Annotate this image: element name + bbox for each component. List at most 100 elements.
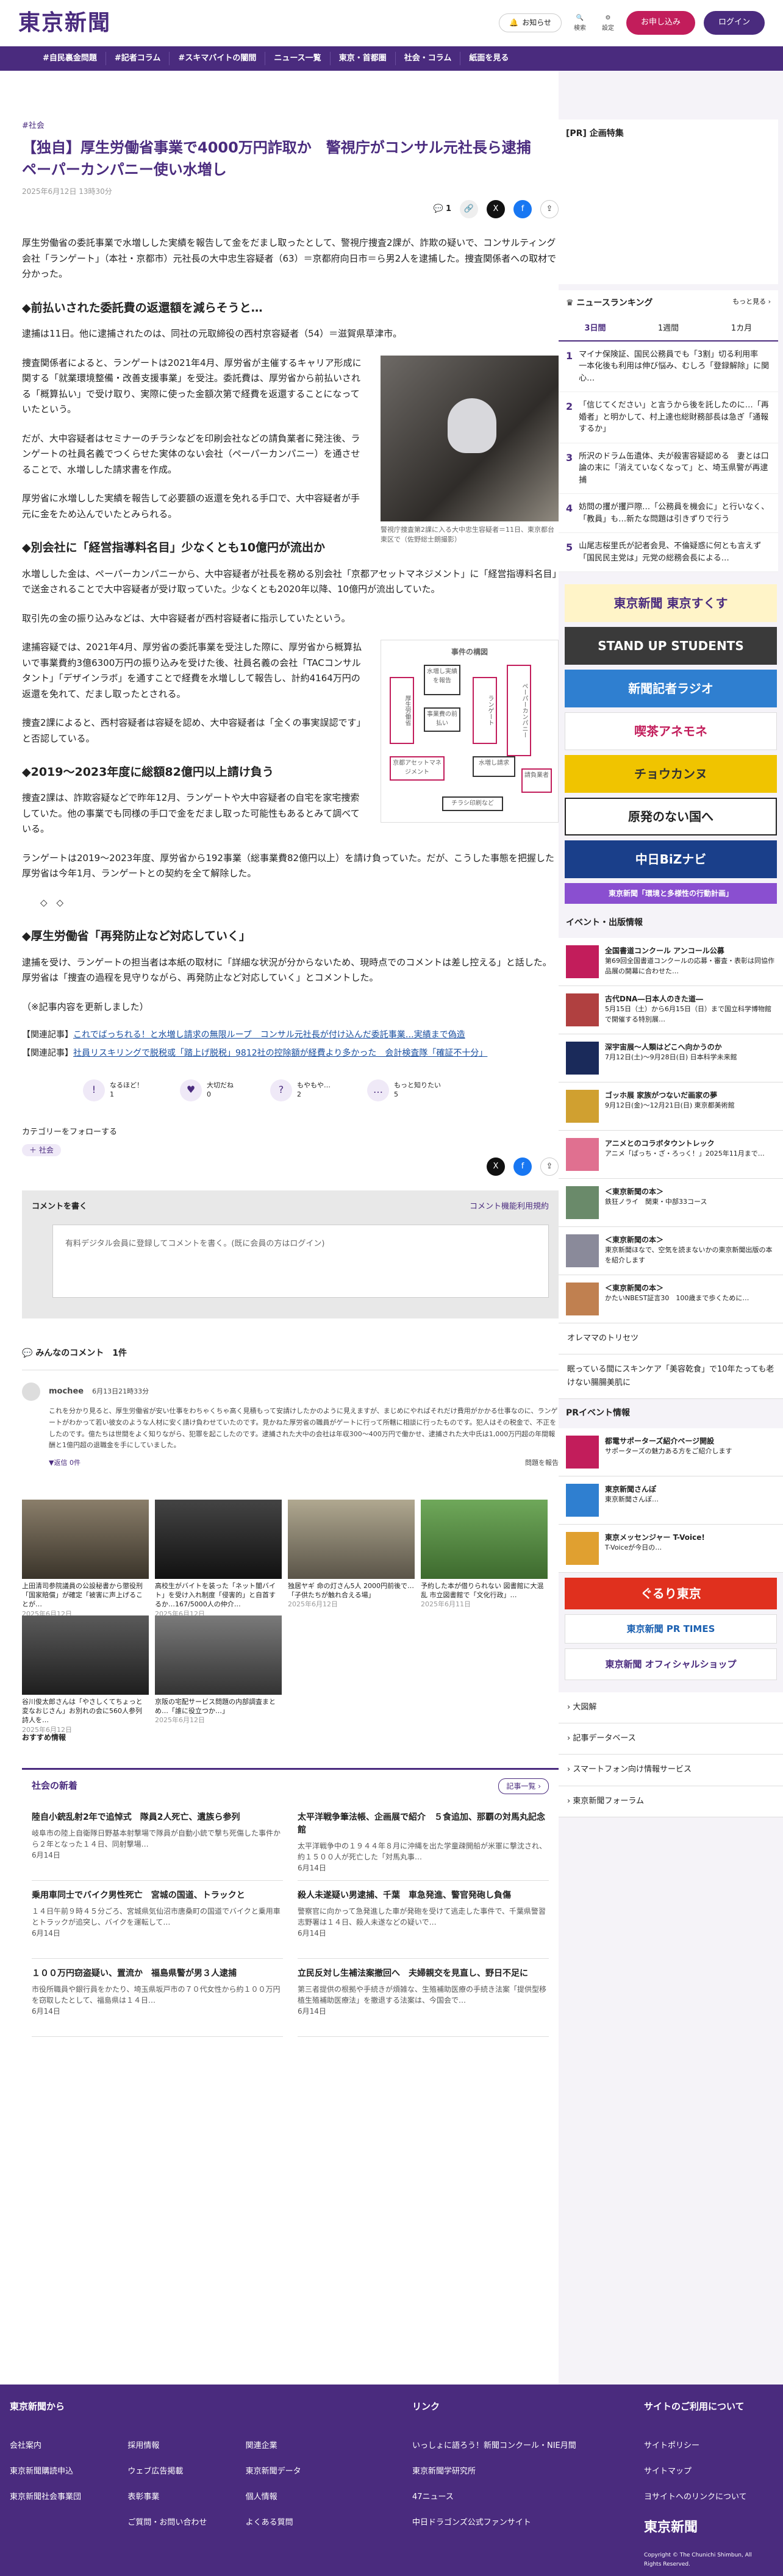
pr-banner[interactable]: ぐるり東京 bbox=[565, 1578, 777, 1610]
event-item[interactable]: 深宇宙展〜人類はどこへ向かうのか 7月12日(土)〜9月28日(日) 日本科学未来… bbox=[559, 1034, 783, 1083]
related-card[interactable]: 予約した本が借りられない 図書館に大混乱 市立図書館で「文化行政」… 2025年6… bbox=[421, 1499, 548, 1609]
footer-link[interactable]: 東京新聞購読申込 bbox=[10, 2465, 115, 2478]
event-item[interactable]: ゴッホ展 家族がつないだ画家の夢 9月12日(金)〜12月21日(日) 東京都美術… bbox=[559, 1082, 783, 1131]
ranking-item[interactable]: 5 山尾志桜里氏が記者会見、不倫疑惑に何とも言えず「国民民主党は」元党の総務会長に… bbox=[559, 533, 778, 573]
footer-link[interactable]: 表彰事業 bbox=[127, 2491, 233, 2504]
footer-link[interactable]: 東京新聞社会事業団 bbox=[10, 2491, 115, 2504]
footer-link[interactable]: 中日ドラゴンズ公式ファンサイト bbox=[412, 2516, 583, 2530]
nav-item[interactable]: #スキマバイトの闇間 bbox=[170, 51, 266, 66]
x-share-icon[interactable]: X bbox=[487, 1157, 505, 1176]
ranking-item[interactable]: 2 「信じてください」と言うから後を託したのに…「再婚者」と明かして、村上達也総財… bbox=[559, 392, 778, 443]
related-card[interactable]: 独居ヤギ 命の灯さん5人 2000円前後で…「子供たちが触れ合える場」 2025年… bbox=[288, 1499, 415, 1609]
related-link[interactable]: これでばっちれる！と水増し請求の無限ループ コンサル元社長が付け込んだ委託事業…… bbox=[73, 1030, 465, 1040]
pr-item[interactable]: 都電サポーターズ紹介ページ開設 サポーターズの魅力ある方をご紹介します bbox=[559, 1428, 783, 1477]
ranking-item[interactable]: 3 所沢のドラム缶遺体、夫が殺害容疑認める 妻とは口論の末に「消えていなくなって」… bbox=[559, 443, 778, 495]
footer-link[interactable]: ご質問・お問い合わせ bbox=[127, 2516, 233, 2530]
pr-item[interactable]: 東京メッセンジャー T-Voice! T-Voiceが今日の… bbox=[559, 1525, 783, 1573]
event-item[interactable]: ＜東京新聞の本＞ かたいNBEST証言30 100歳まで歩くために… bbox=[559, 1275, 783, 1324]
ranking-item[interactable]: 4 妨問の攫が攫戸際…「公務員を機会に」と行いなく、「教員」も…新たな問題は引きず… bbox=[559, 494, 778, 534]
pr-banner[interactable]: 東京新聞 オフィシャルショップ bbox=[565, 1648, 777, 1681]
article-photo[interactable] bbox=[381, 355, 559, 521]
news-item[interactable]: １００万円窃盗疑い、置流か 福島県警が男３人逮捕 市役所職員や銀行員をかたり、埼玉… bbox=[32, 1959, 283, 2038]
search-button[interactable]: 🔍 検索 bbox=[570, 13, 590, 34]
banner[interactable]: STAND UP STUDENTS bbox=[565, 627, 777, 665]
signup-button[interactable]: お申し込み bbox=[626, 11, 695, 35]
banner[interactable]: 東京新聞 東京すくす bbox=[565, 584, 777, 623]
news-item[interactable]: 陸自小銃乱射2年で追悼式 隊員2人死亡、遺族ら参列 岐阜市の陸上自衛隊日野基本射撃… bbox=[32, 1803, 283, 1881]
event-item[interactable]: アニメとのコラボタウントレック アニメ「ぱっち・ざ・ろっく！」2025年11月まで… bbox=[559, 1131, 783, 1179]
nav-item[interactable]: #記者コラム bbox=[106, 51, 170, 66]
nav-item[interactable]: #自民裏金問題 bbox=[34, 51, 106, 66]
footer-link[interactable]: 採用情報 bbox=[127, 2439, 233, 2453]
banner[interactable]: 喫茶アネモネ bbox=[565, 712, 777, 751]
book-link[interactable]: オレママのトリセツ bbox=[559, 1323, 783, 1355]
footer-logo[interactable]: 東京新聞 bbox=[644, 2516, 766, 2539]
banner[interactable]: チョウカンヌ bbox=[565, 755, 777, 793]
event-item[interactable]: 古代DNA―日本人のきた道― 5月15日（土）から6月15日（日）まで国立科学博物… bbox=[559, 986, 783, 1035]
related-card[interactable]: 京阪の宅配サービス問題の内部調査まとめ…「誰に役立つか…」 2025年6月12日 bbox=[155, 1615, 282, 1725]
article-category[interactable]: #社会 bbox=[22, 120, 559, 133]
footer-link[interactable]: ウェブ広告掲載 bbox=[127, 2465, 233, 2478]
sidebar-link[interactable]: › 大図解 bbox=[559, 1692, 783, 1724]
nav-item[interactable]: 社会・コラム bbox=[396, 51, 461, 66]
pr-item[interactable]: 東京新聞さんぽ 東京新聞さんぽ… bbox=[559, 1476, 783, 1525]
reaction-button[interactable]: … もっと知りたい 5 bbox=[367, 1079, 441, 1101]
tab-1month[interactable]: 1カ月 bbox=[705, 317, 778, 340]
news-item[interactable]: 殺人未遂疑い男逮捕、千葉 車急発進、警官発砲し負傷 警察官に向かって急発進した車が… bbox=[298, 1881, 549, 1959]
settings-button[interactable]: ⚙ 設定 bbox=[598, 13, 618, 34]
login-button[interactable]: ログイン bbox=[703, 11, 765, 35]
reaction-button[interactable]: ♥ 大切だね 0 bbox=[180, 1079, 234, 1101]
banner[interactable]: 東京新聞「環境と多様性の行動計画」 bbox=[565, 883, 777, 904]
nav-item[interactable]: ニュース一覧 bbox=[265, 51, 331, 66]
ranking-more-link[interactable]: もっと見る › bbox=[732, 296, 771, 311]
facebook-share-icon[interactable]: f bbox=[513, 1157, 532, 1176]
banner[interactable]: 中日BiZナビ bbox=[565, 840, 777, 879]
reaction-button[interactable]: ? もやもや… 2 bbox=[270, 1079, 331, 1101]
sidebar-link[interactable]: › 記事データベース bbox=[559, 1723, 783, 1755]
pr-banner[interactable]: 東京新聞 PR TIMES bbox=[565, 1614, 777, 1644]
ranking-item[interactable]: 1 マイナ保険証、国民公務員でも「3割」切る利用率 一本化後も利用は伸び悩み、むし… bbox=[559, 342, 778, 393]
latest-more-link[interactable]: 記事一覧 › bbox=[498, 1778, 549, 1795]
book-link[interactable]: 眠っている間にスキンケア「美容乾食」で10年たっても老けない腸腸美肌に bbox=[559, 1354, 783, 1400]
related-card[interactable]: 谷川俊太郎さんは「やさしくてちょっと変なおじさん」お別れの会に560人参列 詩人… bbox=[22, 1615, 149, 1734]
sidebar-link[interactable]: › 東京新聞フォーラム bbox=[559, 1786, 783, 1817]
tab-3days[interactable]: 3日間 bbox=[559, 317, 632, 340]
banner[interactable]: 新聞記者ラジオ bbox=[565, 670, 777, 708]
related-card[interactable]: 高校生がバイトを装った「ネット闇バイト」を受け入れ制度「侵害的」と自首するか…1… bbox=[155, 1499, 282, 1618]
news-item[interactable]: 立民反対し生補法案撤回へ 夫婦親交を見直し、野日不足に 第三者提供の根拠や手続きが… bbox=[298, 1959, 549, 2038]
footer-link[interactable]: よくある質問 bbox=[246, 2516, 351, 2530]
comment-count-button[interactable]: 💬 1 bbox=[434, 202, 451, 216]
footer-link[interactable]: 47ニュース bbox=[412, 2491, 583, 2504]
event-item[interactable]: ＜東京新聞の本＞ 東京新聞ほなで、空気を読まないかの東京新聞出版の本を紹介します bbox=[559, 1227, 783, 1276]
footer-link[interactable]: 個人情報 bbox=[246, 2491, 351, 2504]
news-item[interactable]: 乗用車同士でバイク男性死亡 宮城の国道、トラックと １４日午前９時４５分ごろ、宮城… bbox=[32, 1881, 283, 1959]
footer-link[interactable]: 会社案内 bbox=[10, 2439, 115, 2453]
related-card[interactable]: 上田清司参院議員の公設秘書から懲役刑「国家賠償」が確定「被害に声上げることが… 2… bbox=[22, 1499, 149, 1618]
comment-input[interactable]: 有料デジタル会員に登録してコメントを書く。(既に会員の方はログイン) bbox=[52, 1225, 549, 1298]
site-logo[interactable]: 東京新聞 bbox=[18, 4, 111, 41]
comment-policy-link[interactable]: コメント機能利用規約 bbox=[470, 1200, 549, 1214]
reaction-button[interactable]: ! なるほど！ 1 bbox=[83, 1079, 143, 1101]
footer-link[interactable]: いっしょに語ろう！新聞コンクール・NIE月間 bbox=[412, 2439, 583, 2453]
footer-link[interactable]: 関連企業 bbox=[246, 2439, 351, 2453]
follow-tag[interactable]: ＋ 社会 bbox=[22, 1143, 61, 1157]
footer-link[interactable]: 東京新聞データ bbox=[246, 2465, 351, 2478]
share-icon[interactable]: ⇪ bbox=[540, 1157, 559, 1176]
link-icon[interactable]: 🔗 bbox=[460, 200, 478, 219]
notice-button[interactable]: 🔔 お知らせ bbox=[499, 13, 562, 32]
related-link[interactable]: 社員リスキリングで脱税或「踏上げ脱税」9812社の控除額が経費より多かった 会計… bbox=[73, 1048, 487, 1058]
banner[interactable]: 原発のない国へ bbox=[565, 798, 777, 836]
share-icon[interactable]: ⇪ bbox=[540, 200, 559, 219]
nav-item[interactable]: 紙面を見る bbox=[460, 52, 517, 65]
reply-toggle[interactable]: ▼返信 0件 bbox=[49, 1458, 80, 1469]
facebook-share-icon[interactable]: f bbox=[513, 200, 532, 219]
tab-1week[interactable]: 1週間 bbox=[632, 317, 705, 340]
news-item[interactable]: 太平洋戦争筆法帳、企画展で紹介 ５食追加、那覇の対馬丸記念館 太平洋戦争中の１９４… bbox=[298, 1803, 549, 1881]
footer-link[interactable]: 東京新聞学研究所 bbox=[412, 2465, 583, 2478]
footer-link[interactable]: ヨサイトへのリンクについて bbox=[644, 2491, 766, 2504]
nav-item[interactable]: 東京・首都圏 bbox=[331, 51, 396, 66]
case-diagram[interactable]: 事件の構図 厚生労働省 水増し実績を報告 事業費の前払い ランゲート ペーパーカ… bbox=[381, 640, 559, 823]
event-item[interactable]: 全国書道コンクール アンコール公募 第69回全国書道コンクールの応募・審査・表彰は… bbox=[559, 938, 783, 987]
footer-link[interactable]: サイトマップ bbox=[644, 2465, 766, 2478]
x-share-icon[interactable]: X bbox=[487, 200, 505, 219]
